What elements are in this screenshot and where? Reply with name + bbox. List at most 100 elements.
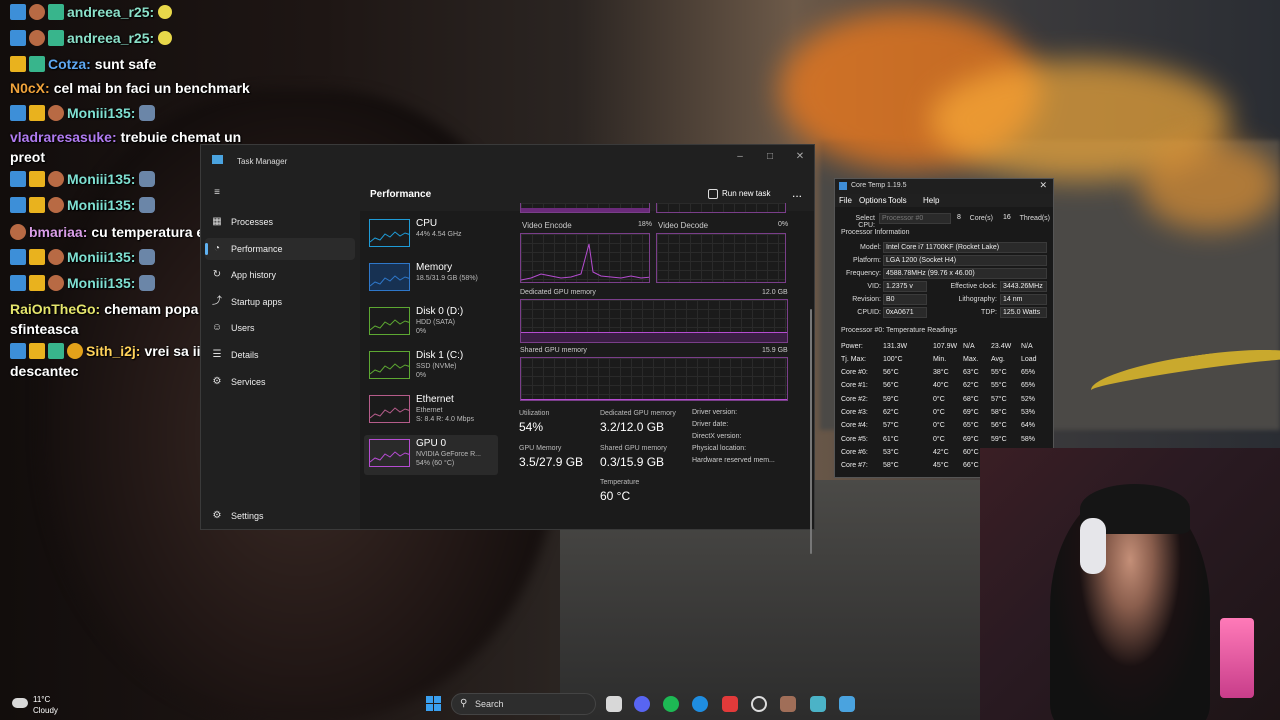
resource-memory[interactable]: Memory 18.5/31.9 GB (58%) — [364, 259, 498, 299]
nav-users[interactable]: ☺ Users — [205, 317, 355, 339]
resource-cpu[interactable]: CPU 44% 4.54 GHz — [364, 215, 498, 255]
chat-username[interactable]: RaiOnTheGo: — [10, 301, 100, 317]
close-button[interactable]: ✕ — [788, 149, 812, 165]
resource-name: Disk 1 (C:) — [416, 350, 464, 361]
services-icon: ⚙ — [212, 375, 222, 387]
chat-username[interactable]: Moniii135: — [67, 249, 135, 265]
resource-thumbnail-graph — [369, 219, 410, 247]
temperature-value: 60 °C — [600, 489, 631, 503]
edge-icon[interactable] — [692, 696, 708, 712]
temp-cell: 56°C — [991, 422, 1007, 430]
smile-emote-icon — [158, 5, 173, 19]
hamburger-menu-button[interactable]: ≡ — [205, 185, 355, 201]
nav-label: Startup apps — [231, 296, 283, 307]
chat-username[interactable]: Moniii135: — [67, 105, 135, 121]
more-options-button[interactable]: ... — [792, 186, 802, 200]
resource-thumbnail-graph — [369, 395, 410, 423]
model-value: Intel Core i7 11700KF (Rocket Lake) — [883, 242, 1047, 253]
scrollbar[interactable] — [810, 309, 812, 554]
avatar-app-icon[interactable] — [780, 696, 796, 712]
prime-badge-icon — [10, 197, 26, 213]
platform-label: Platform: — [852, 257, 881, 264]
chat-username[interactable]: andreea_r25: — [67, 4, 154, 20]
resource-thumbnail-graph — [369, 307, 410, 335]
lithography-label: Lithography: — [958, 296, 997, 303]
cores-count: 8 — [957, 214, 961, 221]
hamburger-icon: ≡ — [214, 187, 220, 198]
chat-message: andreea_r25: — [10, 28, 270, 48]
chat-username[interactable]: bmariaa: — [29, 224, 87, 240]
webcam-feed — [980, 448, 1280, 720]
performance-icon: ◔ — [213, 242, 221, 254]
resource-name: Memory — [416, 262, 453, 273]
frequency-label: Frequency: — [845, 270, 881, 277]
details-icon: ☰ — [212, 349, 222, 360]
temp-cell: 0°C — [933, 395, 945, 403]
core-temp-title-bar[interactable]: Core Temp 1.19.5 ✕ — [835, 179, 1053, 194]
chat-username[interactable]: Moniii135: — [67, 275, 135, 291]
processor-select[interactable]: Processor #0 — [879, 213, 951, 224]
chat-username[interactable]: vladraresasuke: — [10, 129, 117, 145]
temp-cell: Core #6: — [841, 448, 868, 456]
close-button[interactable]: ✕ — [1039, 180, 1047, 191]
revision-label: Revision: — [852, 296, 881, 303]
chat-username[interactable]: Cotza: — [48, 56, 91, 72]
shared-memory-max: 15.9 GB — [762, 347, 788, 354]
core-temp-window[interactable]: Core Temp 1.19.5 ✕ File Options Tools Help … — [834, 178, 1054, 478]
emote-badge-icon — [10, 224, 26, 240]
task-manager-taskbar-icon[interactable] — [839, 696, 855, 712]
temp-cell: 62°C — [883, 408, 899, 416]
nav-details[interactable]: ☰ Details — [205, 344, 355, 366]
nav-processes[interactable]: ▦ Processes — [205, 211, 355, 233]
resource-disk[interactable]: Disk 0 (D:) HDD (SATA) 0% — [364, 303, 498, 343]
resource-disk[interactable]: Disk 1 (C:) SSD (NVMe) 0% — [364, 347, 498, 387]
maximize-button[interactable]: □ — [758, 149, 782, 165]
minimize-button[interactable]: – — [728, 149, 752, 165]
nav-app-history[interactable]: ↻ App history — [205, 264, 355, 286]
resource-usage: 0% — [416, 328, 427, 335]
vid-label: VID: — [867, 283, 881, 290]
chat-username[interactable]: Moniii135: — [67, 197, 135, 213]
nav-label: Services — [231, 376, 266, 387]
resource-gpu[interactable]: GPU 0 NVIDIA GeForce R... 54% (60 °C) — [364, 435, 498, 475]
temp-cell: 65% — [1021, 382, 1036, 390]
menu-options[interactable]: Options — [859, 196, 887, 205]
nav-services[interactable]: ⚙ Services — [205, 371, 355, 393]
tdp-value: 125.0 Watts — [1000, 307, 1047, 318]
menu-tools[interactable]: Tools — [888, 196, 907, 205]
core-temp-row: Core #3: 62°C 0°C 69°C 58°C 53% — [835, 408, 1053, 421]
file-explorer-icon[interactable] — [606, 696, 622, 712]
search-box[interactable]: ⚲ Search — [451, 693, 596, 715]
temp-cell: 45°C — [933, 462, 949, 470]
ghost-emote-icon — [139, 171, 156, 187]
temp-cell: 42°C — [933, 448, 949, 456]
dedicated-memory-graph-label: Dedicated GPU memory — [520, 289, 596, 296]
temp-cell: 64% — [1021, 422, 1036, 430]
nav-startup-apps[interactable]: ⤴ Startup apps — [205, 291, 355, 313]
chat-username[interactable]: Moniii135: — [67, 171, 135, 187]
discord-icon[interactable] — [634, 696, 650, 712]
app-red-icon[interactable] — [722, 696, 738, 712]
cpuid-value: 0xA0671 — [883, 307, 927, 318]
chat-username[interactable]: N0cX: — [10, 80, 50, 96]
temp-cell: 131.3W — [883, 343, 908, 350]
resource-ethernet[interactable]: Ethernet Ethernet S: 8.4 R: 4.0 Mbps — [364, 391, 498, 431]
weather-widget[interactable]: 11°C Cloudy — [12, 692, 82, 718]
start-button[interactable] — [426, 696, 441, 711]
app-cyan-icon[interactable] — [810, 696, 826, 712]
chat-username[interactable]: Sith_i2j: — [86, 343, 140, 359]
chat-username[interactable]: andreea_r25: — [67, 30, 154, 46]
menu-help[interactable]: Help — [923, 196, 939, 205]
obs-icon[interactable] — [751, 696, 767, 712]
run-new-task-button[interactable]: Run new task — [722, 189, 770, 198]
nav-label: Processes — [231, 217, 274, 227]
nav-settings[interactable]: ⚙ Settings — [205, 505, 355, 527]
spotify-icon[interactable] — [663, 696, 679, 712]
temp-cell: Core #1: — [841, 382, 868, 390]
nav-performance[interactable]: ◔ Performance — [205, 237, 355, 260]
menu-file[interactable]: File — [839, 196, 852, 205]
title-bar[interactable]: Task Manager – □ ✕ — [201, 145, 814, 179]
green-badge-icon — [29, 56, 45, 72]
emote-badge-icon — [29, 4, 45, 20]
task-manager-window[interactable]: Task Manager – □ ✕ ≡ ▦ Processes ◔ Performa… — [200, 144, 815, 554]
